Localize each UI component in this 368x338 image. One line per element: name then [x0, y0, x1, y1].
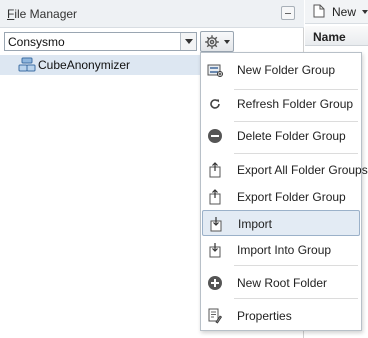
delete-icon — [208, 129, 222, 143]
server-group-icon — [18, 57, 36, 72]
new-folder-group-icon — [207, 64, 223, 77]
export-icon — [209, 189, 221, 205]
menu-item-label: Import Into Group — [237, 243, 332, 257]
menu-item-label: Properties — [237, 309, 292, 323]
properties-icon — [208, 308, 223, 324]
menu-divider — [234, 121, 358, 122]
folder-group-select[interactable]: Consysmo — [4, 32, 197, 51]
caret-down-icon[interactable] — [362, 10, 368, 14]
menu-item-export-all-folder-groups[interactable]: Export All Folder Groups — [202, 157, 368, 183]
tree-item-label: CubeAnonymizer — [38, 58, 131, 72]
menu-item-refresh-folder-group[interactable]: Refresh Folder Group — [202, 91, 360, 117]
import-icon — [210, 217, 222, 232]
file-list-toolbar: New — [305, 0, 368, 24]
folder-group-select-value: Consysmo — [8, 35, 65, 49]
menu-item-export-folder-group[interactable]: Export Folder Group — [202, 184, 360, 210]
menu-item-label: New Folder Group — [237, 63, 336, 77]
settings-dropdown-menu: New Folder Group Refresh Folder Group De… — [200, 52, 368, 331]
import-icon — [209, 243, 221, 258]
name-column-label: Name — [313, 30, 346, 44]
menu-item-label: Export All Folder Groups — [237, 163, 368, 177]
new-document-icon — [313, 4, 325, 18]
menu-divider — [234, 89, 358, 90]
chevron-down-icon[interactable] — [180, 33, 196, 50]
menu-item-label: Import — [238, 217, 273, 231]
name-column-header[interactable]: Name — [305, 26, 368, 46]
export-icon — [209, 162, 221, 178]
collapse-panel-button[interactable] — [281, 6, 295, 20]
menu-item-label: Export Folder Group — [237, 190, 346, 204]
refresh-icon — [210, 99, 220, 109]
gear-icon — [205, 35, 219, 49]
menu-item-label: Delete Folder Group — [237, 129, 346, 143]
menu-divider — [234, 153, 358, 154]
menu-divider — [234, 298, 358, 299]
menu-item-label: New Root Folder — [237, 276, 328, 290]
menu-item-import-into-group[interactable]: Import Into Group — [202, 237, 360, 263]
menu-item-new-folder-group[interactable]: New Folder Group — [202, 57, 360, 83]
menu-item-properties[interactable]: Properties — [202, 303, 360, 329]
add-icon — [208, 276, 222, 290]
menu-item-new-root-folder[interactable]: New Root Folder — [202, 270, 360, 296]
panel-title-text: ile Manager — [14, 7, 78, 21]
caret-down-icon — [224, 40, 230, 44]
panel-title: File Manager — [7, 7, 77, 21]
settings-menu-button[interactable] — [200, 31, 234, 52]
panel-header: File Manager — [0, 0, 304, 28]
menu-item-import[interactable]: Import — [202, 210, 360, 236]
new-button[interactable]: New — [332, 5, 356, 19]
menu-item-label: Refresh Folder Group — [237, 97, 354, 111]
menu-divider — [234, 265, 358, 266]
menu-item-delete-folder-group[interactable]: Delete Folder Group — [202, 123, 360, 149]
